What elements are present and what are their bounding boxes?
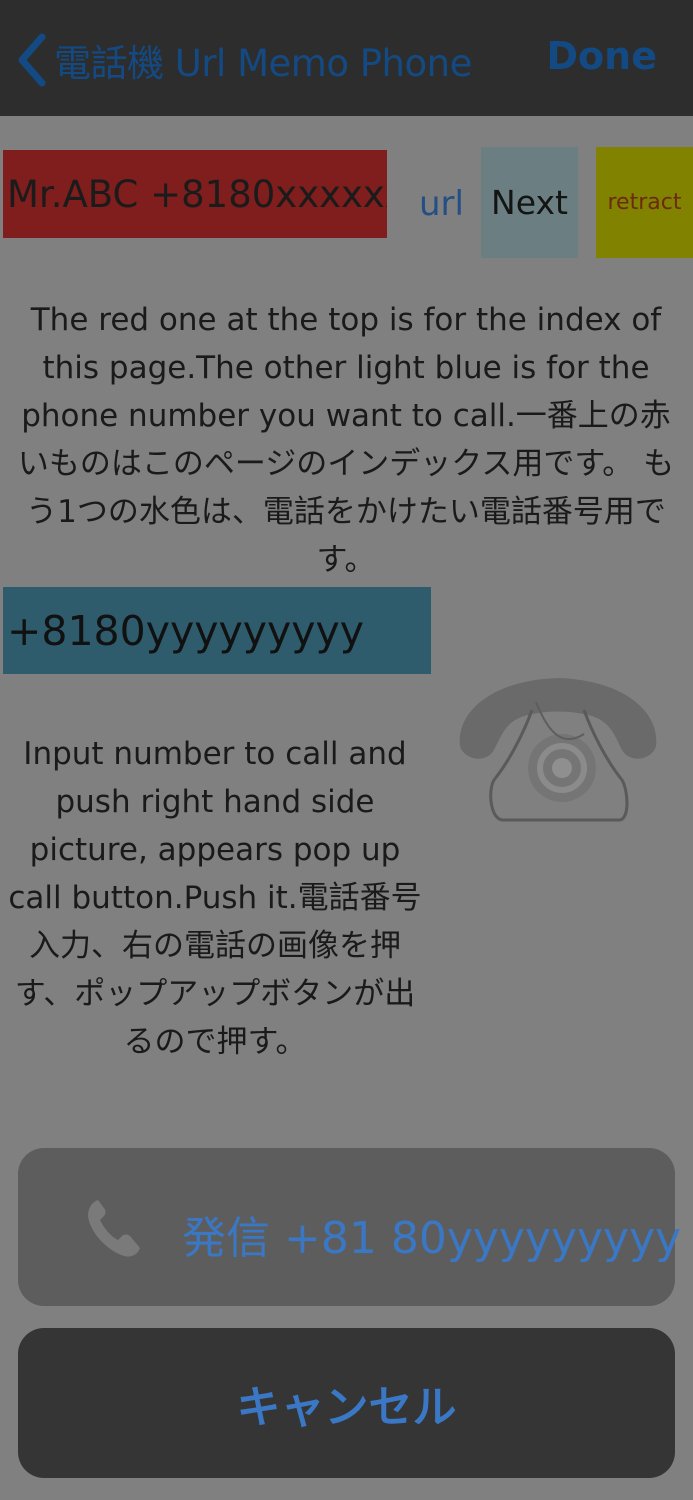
call-button[interactable]: 発信 +81 80yyyyyyyyy [18,1148,681,1306]
next-button[interactable]: Next [481,147,578,258]
screen: 電話機 Url Memo Phone Done Mr.ABC +8180xxxx… [0,0,693,1500]
instructions-text: Input number to call and push right hand… [8,736,422,1060]
phone-handset-icon [88,1200,140,1257]
chevron-left-icon [18,33,46,87]
rotary-telephone-icon[interactable] [452,672,664,830]
done-button[interactable]: Done [547,34,657,78]
back-button-label: 電話機 Url Memo Phone [54,42,472,85]
navigation-bar: 電話機 Url Memo Phone Done [0,0,693,116]
phone-number-field[interactable]: +8180yyyyyyyyy [3,587,431,674]
call-button-label: 発信 +81 80yyyyyyyyy [182,1213,682,1264]
url-link[interactable]: url [419,184,464,224]
retract-button[interactable]: retract [596,147,693,258]
cancel-button[interactable]: キャンセル [18,1328,675,1478]
back-button[interactable]: 電話機 Url Memo Phone [14,30,472,90]
description-text: The red one at the top is for the index … [17,302,675,578]
index-field[interactable]: Mr.ABC +8180xxxxxx... [3,150,387,238]
